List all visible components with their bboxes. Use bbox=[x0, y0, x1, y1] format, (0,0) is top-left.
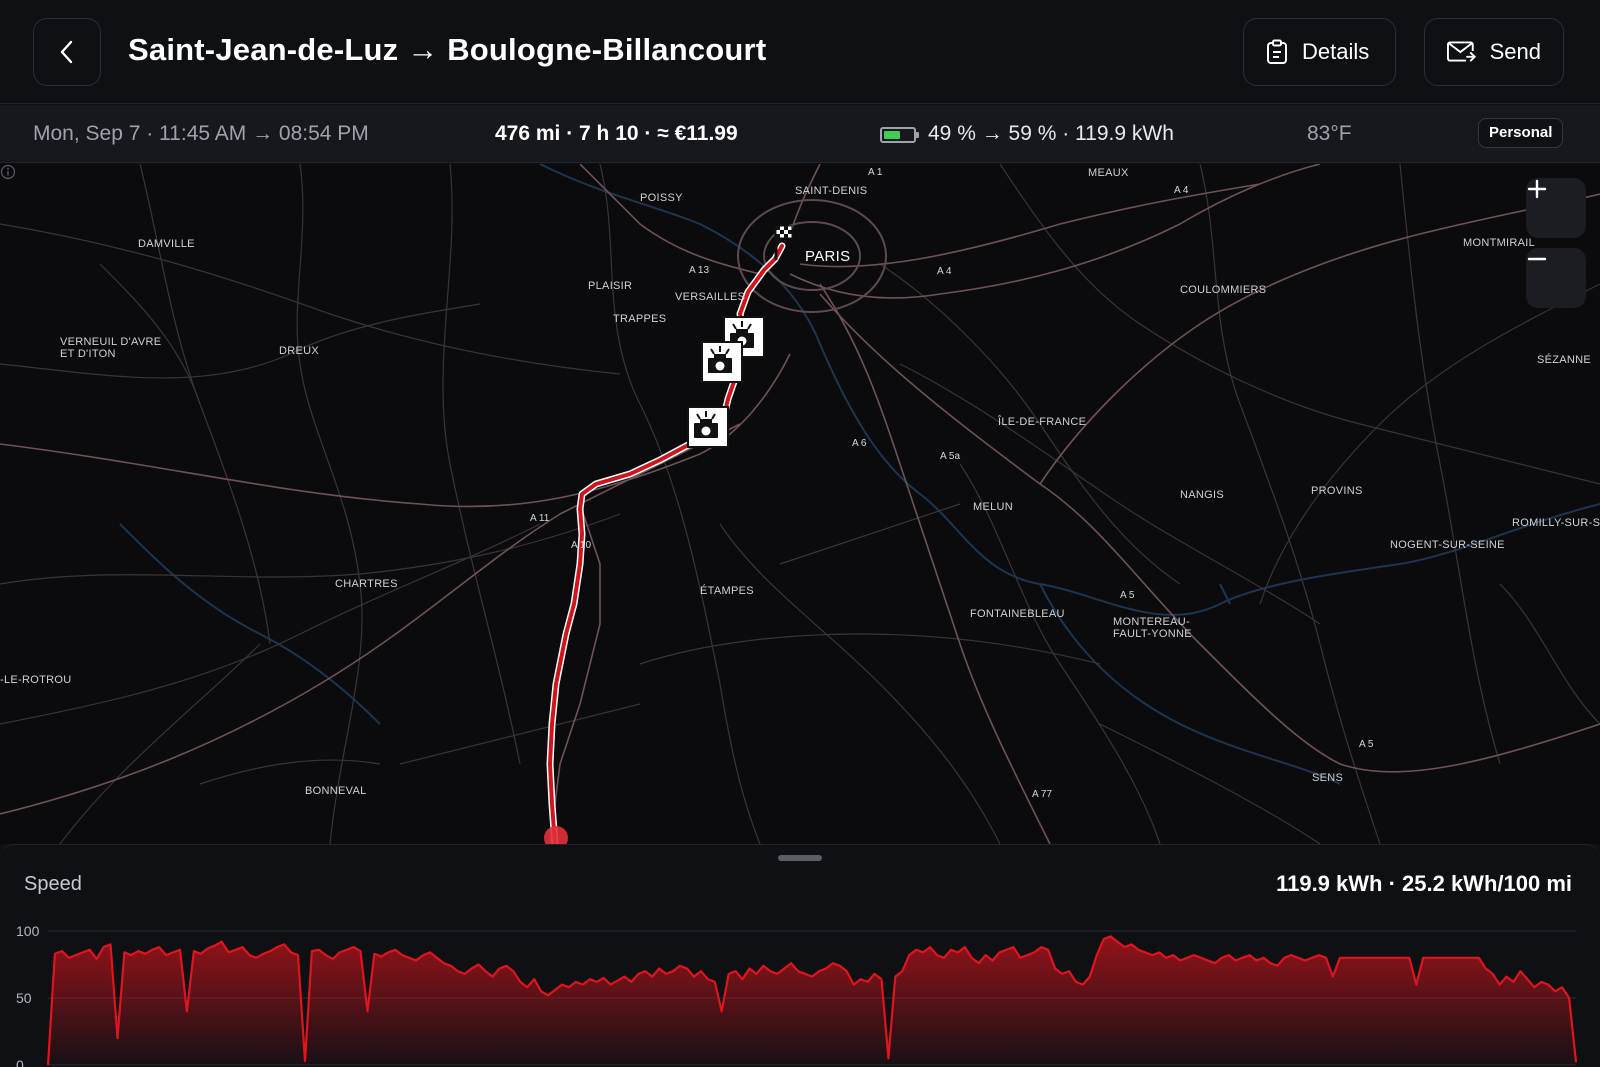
page-title: Saint-Jean-de-Luz → Boulogne-Billancourt bbox=[128, 32, 767, 67]
y-tick-label: 50 bbox=[16, 990, 32, 1006]
place-label: ÉTAMPES bbox=[700, 585, 754, 597]
header: Saint-Jean-de-Luz → Boulogne-Billancourt… bbox=[0, 0, 1600, 104]
place-label: VERNEUIL D'AVRE ET D'ITON bbox=[60, 336, 162, 360]
road-label: A 5a bbox=[940, 451, 961, 462]
zoom-in-button[interactable] bbox=[1526, 178, 1586, 238]
place-label: VERSAILLES bbox=[675, 291, 746, 303]
place-label: BONNEVAL bbox=[305, 785, 367, 797]
place-label: SÉZANNE bbox=[1537, 354, 1592, 366]
y-axis-ticks: 100 50 0 bbox=[16, 923, 40, 1067]
place-label-paris: PARIS bbox=[805, 248, 851, 265]
chevron-left-icon bbox=[60, 40, 73, 64]
details-label: Details bbox=[1302, 39, 1370, 64]
send-button[interactable]: Send bbox=[1424, 18, 1564, 86]
place-label: SAINT-DENIS bbox=[795, 185, 868, 197]
place-label: MONTEREAU-FAULT-YONNE bbox=[1113, 616, 1192, 640]
battery-icon bbox=[880, 127, 919, 143]
place-label: DREUX bbox=[279, 345, 320, 357]
speed-panel: Speed 119.9 kWh · 25.2 kWh/100 mi 100 50 0 bbox=[0, 844, 1600, 1067]
y-tick-label: 0 bbox=[16, 1057, 24, 1067]
place-label: NOGENT-SUR-SEINE bbox=[1390, 539, 1505, 551]
battery-change: 49 % → 59 % · 119.9 kWh bbox=[928, 122, 1174, 145]
road-label: A 77 bbox=[1032, 789, 1053, 800]
road-label: A 4 bbox=[937, 266, 952, 277]
speed-camera-icon[interactable] bbox=[687, 406, 729, 448]
speed-area bbox=[48, 936, 1576, 1065]
battery-level-fill bbox=[884, 131, 900, 139]
place-label: POISSY bbox=[640, 192, 683, 204]
drag-handle[interactable] bbox=[778, 855, 822, 861]
place-label: PROVINS bbox=[1311, 485, 1363, 497]
trip-summary-bar: Mon, Sep 7 · 11:45 AM → 08:54 PM 476 mi … bbox=[0, 105, 1600, 163]
energy-stats: 119.9 kWh · 25.2 kWh/100 mi bbox=[1276, 871, 1572, 896]
clipboard-icon bbox=[1267, 39, 1287, 64]
trip-category-badge[interactable]: Personal bbox=[1478, 118, 1564, 148]
road-label: A 1 bbox=[868, 167, 883, 178]
details-button[interactable]: Details bbox=[1243, 18, 1396, 86]
route-start-marker bbox=[544, 826, 568, 844]
speed-panel-title: Speed bbox=[24, 873, 82, 895]
place-label: CHARTRES bbox=[335, 578, 398, 590]
minus-icon bbox=[1527, 257, 1547, 261]
road-label: A 5 bbox=[1359, 739, 1374, 750]
road-label: A 13 bbox=[689, 265, 710, 276]
place-label: MELUN bbox=[973, 501, 1014, 513]
road-label: A 6 bbox=[852, 438, 867, 449]
speed-camera-icon[interactable] bbox=[701, 341, 743, 383]
zoom-out-button[interactable] bbox=[1526, 248, 1586, 308]
place-label: FONTAINEBLEAU bbox=[970, 608, 1065, 620]
place-label: PLAISIR bbox=[588, 280, 633, 292]
trip-distance-duration-cost: 476 mi · 7 h 10 · ≈ €11.99 bbox=[495, 122, 738, 145]
place-label: TRAPPES bbox=[613, 313, 667, 325]
place-label: DAMVILLE bbox=[138, 238, 195, 250]
y-tick-label: 100 bbox=[16, 923, 40, 939]
place-label: SENS bbox=[1312, 772, 1344, 784]
place-label: MONTMIRAIL bbox=[1463, 237, 1536, 249]
route-map[interactable]: SAINT-DENIS POISSY MEAUX DAMVILLE MONTMI… bbox=[0, 164, 1600, 844]
back-button[interactable] bbox=[33, 18, 101, 86]
speed-chart[interactable]: 100 50 0 bbox=[0, 911, 1600, 1067]
place-label: NANGIS bbox=[1180, 489, 1224, 501]
temperature: 83°F bbox=[1307, 122, 1352, 145]
road-label: A 4 bbox=[1174, 185, 1189, 196]
plus-icon bbox=[1527, 179, 1547, 199]
place-label: ROMILLY-SUR-SEI bbox=[1512, 517, 1600, 529]
road-label: A 10 bbox=[571, 540, 592, 551]
mail-send-icon bbox=[1447, 41, 1476, 62]
info-icon[interactable] bbox=[0, 164, 16, 180]
road-label: A 11 bbox=[530, 513, 550, 524]
place-label: COULOMMIERS bbox=[1180, 284, 1267, 296]
send-label: Send bbox=[1489, 39, 1541, 64]
place-label: ÎLE-DE-FRANCE bbox=[998, 416, 1087, 428]
trip-date-time: Mon, Sep 7 · 11:45 AM → 08:54 PM bbox=[33, 122, 369, 145]
place-label: MEAUX bbox=[1088, 167, 1129, 179]
road-label: A 5 bbox=[1120, 590, 1135, 601]
place-label: -LE-ROTROU bbox=[0, 674, 72, 686]
